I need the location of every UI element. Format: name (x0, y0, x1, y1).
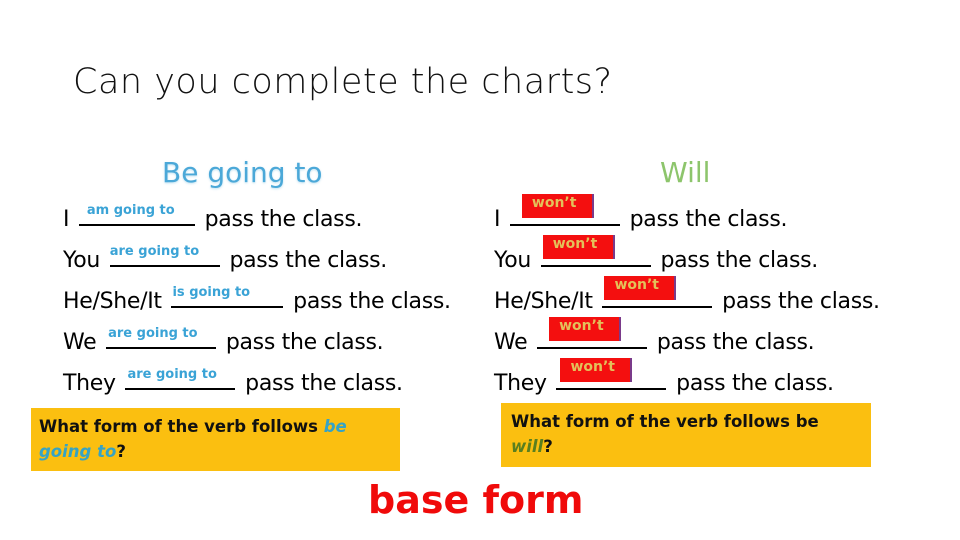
will-row: We won’t pass the class. (494, 317, 815, 356)
heading-will: Will (660, 156, 711, 189)
sentence-rest: pass the class. (293, 289, 451, 314)
subject: You (494, 248, 532, 273)
going-to-row: We are going to pass the class. (63, 326, 384, 356)
subject: You (63, 248, 101, 273)
answer-text-base-form: base form (368, 478, 584, 522)
going-to-row: He/She/It is going to pass the class. (63, 285, 451, 315)
answer-blank[interactable]: won’t (509, 194, 620, 226)
subject: We (494, 330, 528, 355)
subject: They (494, 371, 547, 396)
answer-blank[interactable]: am going to (78, 203, 195, 226)
answer-text: won’t (560, 358, 633, 382)
sentence-rest: pass the class. (660, 248, 819, 273)
will-row: He/She/It won’t pass the class. (494, 276, 880, 315)
sentence-rest: pass the class. (656, 330, 815, 355)
sentence-rest: pass the class. (676, 371, 834, 396)
sentence-rest: pass the class. (245, 371, 403, 396)
subject: We (63, 330, 97, 355)
answer-text: are going to (108, 326, 198, 341)
question-text: What form of the verb follows be (511, 412, 819, 431)
sentence-rest: pass the class. (204, 207, 363, 232)
question-box-will: What form of the verb follows be will? (501, 403, 871, 467)
subject: I (494, 207, 501, 232)
slide-title: Can you complete the charts? (73, 62, 613, 102)
answer-text: is going to (172, 285, 251, 300)
answer-text: won’t (542, 235, 615, 259)
answer-text: won’t (521, 194, 594, 218)
answer-text: are going to (109, 244, 200, 259)
answer-blank[interactable]: won’t (602, 276, 713, 308)
answer-blank[interactable]: are going to (106, 326, 217, 349)
going-to-row: You are going to pass the class. (63, 244, 388, 274)
going-to-row: They are going to pass the class. (63, 367, 403, 397)
question-end: ? (543, 437, 553, 456)
question-text: What form of the verb follows (39, 417, 324, 436)
answer-text: won’t (604, 276, 677, 300)
subject: I (63, 207, 70, 232)
will-row: I won’t pass the class. (494, 194, 788, 233)
answer-blank[interactable]: are going to (109, 244, 220, 267)
answer-text: won’t (549, 317, 622, 341)
answer-text: are going to (127, 367, 217, 382)
sentence-rest: pass the class. (229, 248, 388, 273)
sentence-rest: pass the class. (722, 289, 880, 314)
subject: He/She/It (63, 289, 162, 314)
answer-blank[interactable]: are going to (125, 367, 236, 390)
answer-blank[interactable]: is going to (171, 285, 284, 308)
question-end: ? (116, 442, 126, 461)
going-to-row: I am going to pass the class. (63, 203, 363, 233)
heading-be-going-to: Be going to (162, 156, 323, 189)
question-box-be-going-to: What form of the verb follows be going t… (31, 408, 400, 471)
sentence-rest: pass the class. (629, 207, 788, 232)
will-row: They won’t pass the class. (494, 358, 834, 397)
answer-blank[interactable]: won’t (537, 317, 648, 349)
will-row: You won’t pass the class. (494, 235, 819, 274)
answer-blank[interactable]: won’t (556, 358, 667, 390)
sentence-rest: pass the class. (225, 330, 384, 355)
subject: He/She/It (494, 289, 593, 314)
answer-blank[interactable]: won’t (540, 235, 651, 267)
answer-text: am going to (86, 203, 175, 218)
subject: They (63, 371, 116, 396)
question-emphasis: will (511, 437, 544, 456)
